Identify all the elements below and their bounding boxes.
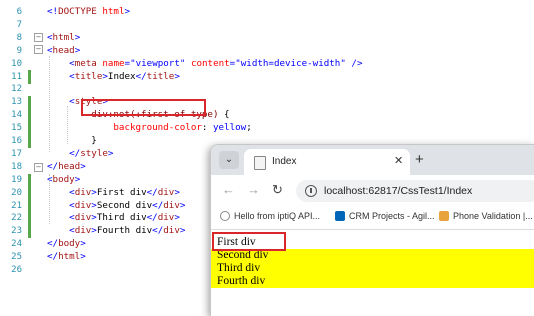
line-number: 17 <box>11 148 22 159</box>
code-line: <div>Second div</div> <box>69 199 186 211</box>
browser-toolbar: ← → ↻ localhost:62817/CssTest1/Index <box>211 175 534 207</box>
indent-guide <box>49 174 50 224</box>
code-line: </html> <box>47 251 86 263</box>
code-line: background-color: yellow; <box>113 122 252 134</box>
line-number: 13 <box>11 97 22 108</box>
line-number: 6 <box>16 7 22 17</box>
div-row-fourth: Fourth div <box>211 275 534 288</box>
globe-icon <box>220 211 230 221</box>
chevron-down-icon: ⌄ <box>224 154 234 165</box>
line-number: 14 <box>11 110 22 121</box>
indent-guide <box>67 106 68 144</box>
code-line: <meta name="viewport" content="width=dev… <box>69 57 363 69</box>
reload-icon[interactable]: ↻ <box>272 182 283 198</box>
forward-icon[interactable]: → <box>247 182 260 198</box>
line-number: 19 <box>11 174 22 185</box>
change-bar <box>28 174 31 238</box>
line-number: 7 <box>16 19 22 30</box>
change-bar <box>28 96 31 148</box>
first-div-highlight-box <box>212 232 286 251</box>
line-number: 8 <box>16 32 22 43</box>
line-number: 24 <box>11 239 22 250</box>
bookmark-icon <box>439 211 449 221</box>
change-bar <box>28 70 31 84</box>
line-number: 18 <box>11 161 22 172</box>
line-number: 15 <box>11 123 22 134</box>
close-icon[interactable]: ✕ <box>394 154 403 167</box>
fold-toggle-body[interactable]: − <box>34 163 43 172</box>
code-line: </body> <box>47 238 86 250</box>
line-number: 25 <box>11 252 22 263</box>
bookmarks-bar: Hello from iptiQ API... CRM Projects - A… <box>211 207 534 230</box>
line-number: 9 <box>16 45 22 56</box>
line-number: 21 <box>11 200 22 211</box>
tab-strip: ⌄ Index ✕ + <box>211 145 534 175</box>
code-line: <div>Third div</div> <box>69 212 180 224</box>
code-line: <title>Index</title> <box>69 70 180 82</box>
page-content: First div Second div Third div Fourth di… <box>211 230 534 316</box>
bookmark-item[interactable]: CRM Projects - Agil... <box>335 211 435 221</box>
div-row-third: Third div <box>211 262 534 275</box>
info-icon[interactable] <box>305 185 317 197</box>
bookmark-item[interactable]: Hello from iptiQ API... <box>220 211 320 221</box>
browser-window: ⌄ Index ✕ + ← → ↻ localhost:62817/CssTes… <box>210 144 534 316</box>
code-line: </head> <box>47 160 86 172</box>
code-line: <div>Fourth div</div> <box>69 225 186 237</box>
bookmark-item[interactable]: Phone Validation |... <box>439 211 533 221</box>
line-number: 22 <box>11 213 22 224</box>
code-line: </style> <box>69 147 114 159</box>
code-line: <html> <box>47 31 81 43</box>
code-line: <body> <box>47 173 81 185</box>
indent-guide <box>49 56 50 152</box>
page-icon <box>254 156 266 170</box>
line-number: 26 <box>11 265 22 275</box>
fold-toggle-head[interactable]: − <box>34 45 43 54</box>
line-number: 20 <box>11 187 22 198</box>
tab-index[interactable]: Index ✕ <box>244 149 410 175</box>
tab-search-button[interactable]: ⌄ <box>219 151 239 169</box>
url-text: localhost:62817/CssTest1/Index <box>324 185 473 197</box>
selector-highlight-box <box>81 99 206 116</box>
code-line: <div>First div</div> <box>69 186 180 198</box>
new-tab-button[interactable]: + <box>415 151 424 169</box>
line-number: 12 <box>11 84 22 95</box>
address-bar[interactable]: localhost:62817/CssTest1/Index <box>296 180 534 202</box>
fold-toggle-html[interactable]: − <box>34 33 43 42</box>
line-number: 10 <box>11 58 22 69</box>
line-number: 23 <box>11 226 22 237</box>
back-icon[interactable]: ← <box>222 182 235 198</box>
line-number: 16 <box>11 136 22 146</box>
code-line: <head> <box>47 44 81 56</box>
tab-title: Index <box>272 156 297 167</box>
line-number: 11 <box>11 71 22 82</box>
code-line: } <box>47 135 97 146</box>
crm-icon <box>335 211 345 221</box>
code-line: <!DOCTYPE html> <box>47 6 131 17</box>
